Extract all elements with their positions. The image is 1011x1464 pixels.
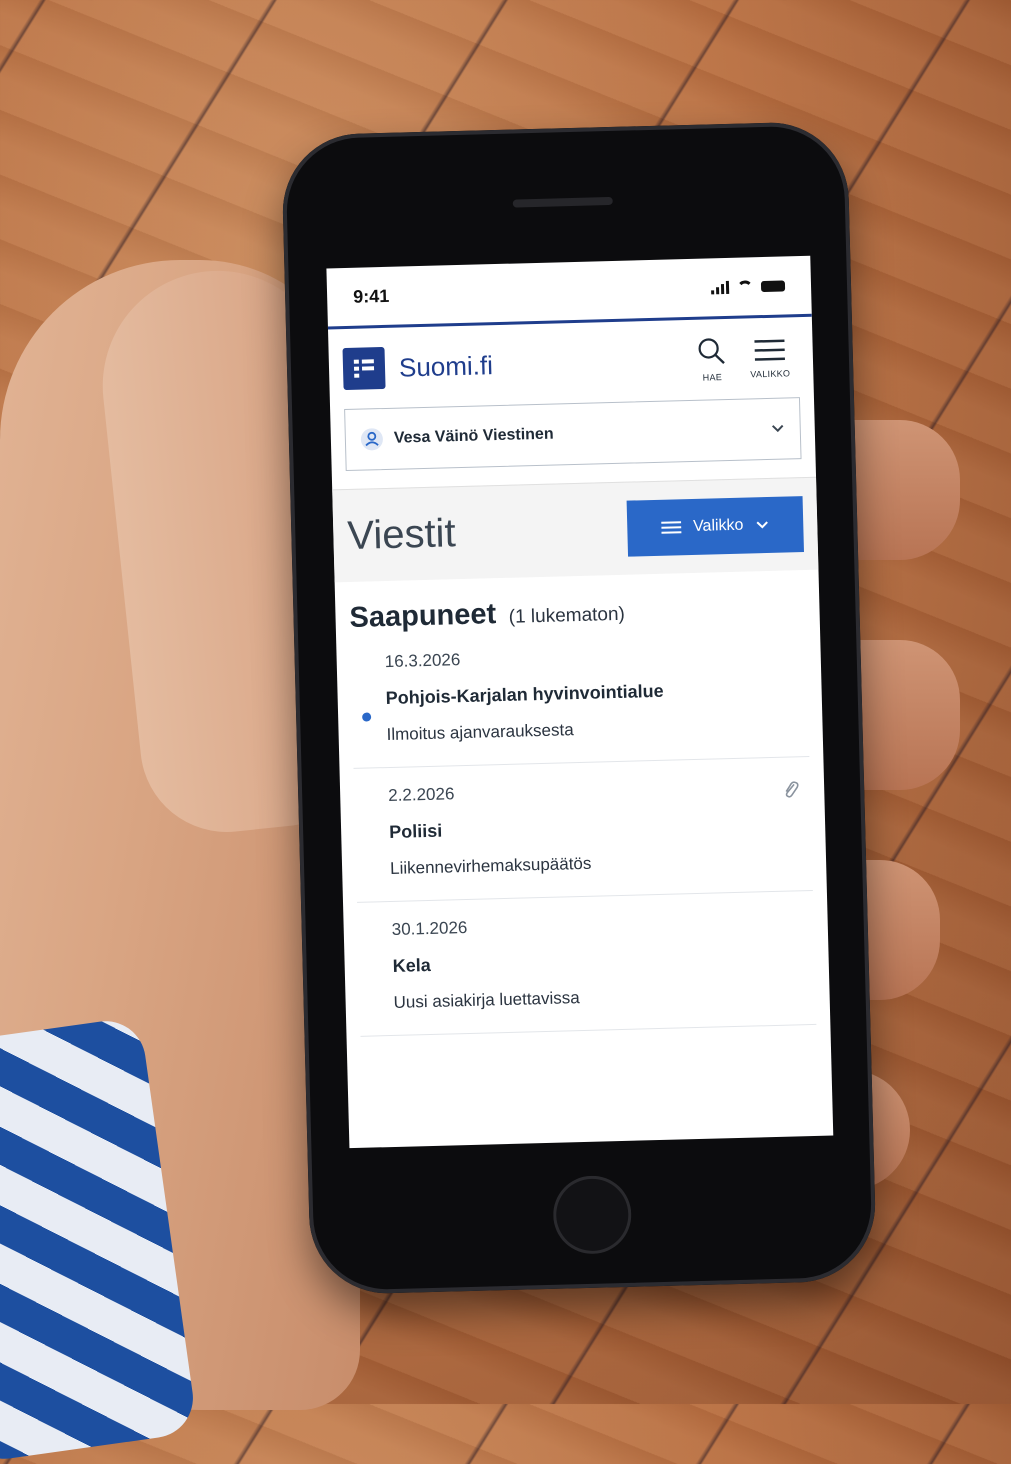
message-item[interactable]: 2.2.2026 Poliisi Liikennevirhemaksupäätö… (353, 756, 813, 903)
chevron-down-icon (756, 521, 769, 529)
search-label: HAE (702, 372, 723, 383)
search-icon (698, 338, 725, 364)
message-subject: Uusi asiakirja luettavissa (393, 988, 580, 1012)
brand-name[interactable]: Suomi.fi (399, 345, 684, 383)
list-icon (660, 521, 682, 534)
menu-button[interactable]: VALIKKO (740, 336, 799, 380)
message-item[interactable]: 30.1.2026 Kela Uusi asiakirja luettaviss… (357, 890, 817, 1037)
message-date: 30.1.2026 (391, 918, 468, 939)
message-subject: Ilmoitus ajanvarauksesta (386, 720, 574, 745)
unread-count: (1 lukematon) (508, 603, 626, 628)
inbox-section: Saapuneet (1 lukematon) 16.3.2026 Pohjoi… (335, 570, 831, 1038)
hamburger-icon (754, 339, 785, 361)
app-header: Suomi.fi HAE VALIKKO (328, 317, 814, 410)
user-selector[interactable]: Vesa Väinö Viestinen (344, 397, 802, 472)
wifi-icon (736, 280, 754, 293)
status-icons (711, 278, 786, 295)
message-sender: Pohjois-Karjalan hyvinvointialue (385, 680, 664, 709)
home-button[interactable] (552, 1174, 633, 1255)
menu-label: VALIKKO (750, 368, 791, 380)
valikko-label: Valikko (692, 516, 744, 535)
signal-icon (711, 280, 730, 295)
attachment-icon (785, 781, 799, 798)
chevron-down-icon (771, 424, 784, 433)
suomi-logo-icon[interactable] (342, 346, 386, 391)
battery-icon (760, 279, 786, 292)
user-name: Vesa Väinö Viestinen (393, 425, 554, 447)
status-time: 9:41 (352, 285, 390, 307)
message-date: 2.2.2026 (387, 784, 455, 806)
message-date: 16.3.2026 (384, 650, 461, 672)
message-subject: Liikennevirhemaksupäätös (389, 853, 592, 878)
search-button[interactable]: HAE (682, 336, 741, 384)
valikko-dropdown-button[interactable]: Valikko (626, 496, 804, 557)
message-sender: Kela (392, 954, 431, 976)
message-sender: Poliisi (388, 820, 443, 843)
user-icon (360, 428, 383, 451)
page-title-band: Viestit Valikko (332, 476, 819, 583)
inbox-title: Saapuneet (349, 598, 497, 634)
message-item[interactable]: 16.3.2026 Pohjois-Karjalan hyvinvointial… (350, 623, 810, 769)
page-title: Viestit (346, 510, 457, 558)
phone-screen: 9:41 Suomi.fi HAE VALIKKO Vesa Väinö Vie… (326, 255, 834, 1149)
phone-device: 9:41 Suomi.fi HAE VALIKKO Vesa Väinö Vie… (280, 120, 878, 1296)
unread-indicator (362, 712, 372, 722)
phone-speaker (512, 196, 613, 208)
